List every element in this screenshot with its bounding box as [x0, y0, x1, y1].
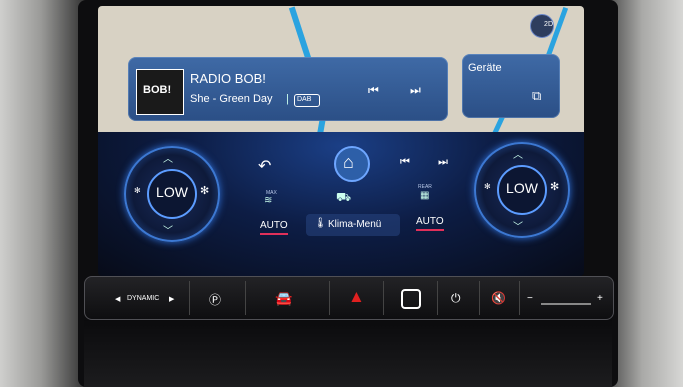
control-strip: ◀ DYNAMIC ▶ Ⓟ 🚘 ▲ ⏻ 🔇 − +: [84, 276, 614, 320]
station-logo-text: BOB!: [143, 84, 172, 96]
station-logo: BOB!: [136, 69, 184, 115]
chevron-down-icon[interactable]: ﹀: [513, 218, 523, 233]
volume-up-icon[interactable]: +: [597, 293, 603, 304]
thermometer-icon: 🌡: [314, 218, 327, 229]
volume-track: [541, 303, 591, 305]
stop-button-icon: [401, 289, 421, 309]
climate-menu-button[interactable]: 🌡 Klima-Menü: [306, 214, 400, 236]
map-view-toggle[interactable]: 2D: [530, 14, 554, 38]
devices-label: Geräte: [468, 62, 502, 74]
car-dashboard: 2D BOB! RADIO BOB! She - Green Day | DAB…: [0, 0, 683, 387]
station-name: RADIO BOB!: [190, 71, 266, 86]
chevron-up-icon[interactable]: ︿: [163, 150, 173, 165]
home-icon: ⌂: [343, 152, 354, 172]
skip-previous-icon[interactable]: ⏮: [368, 83, 379, 98]
climate-bar: LOW ︿ ﹀ ✻ ✻ ↶ ⌂ ⏮ ⏭ MAX ≋ ⛟ REAR ▦ AUTO …: [98, 132, 584, 276]
left-fan-level: LOW: [156, 184, 188, 200]
fan-low-icon: ✻: [484, 182, 491, 191]
vehicle-icon: 🚘: [275, 290, 293, 306]
volume-slider[interactable]: − +: [519, 281, 611, 315]
devices-widget[interactable]: Geräte ⧉: [462, 54, 560, 118]
chevron-right-icon: ▶: [169, 296, 175, 303]
park-camera-icon: Ⓟ: [209, 293, 222, 307]
dab-label: DAB: [297, 96, 312, 103]
media-widget[interactable]: BOB! RADIO BOB! She - Green Day | DAB ⏮ …: [128, 57, 448, 121]
dab-badge: DAB: [294, 94, 320, 107]
chevron-up-icon[interactable]: ︿: [513, 146, 523, 161]
vehicle-button[interactable]: 🚘: [245, 281, 330, 315]
devices-icon: ⧉: [532, 88, 542, 103]
infotainment-screen: 2D BOB! RADIO BOB! She - Green Day | DAB…: [98, 6, 584, 276]
hazard-icon: ▲: [348, 287, 365, 306]
volume-down-icon[interactable]: −: [527, 293, 533, 304]
map-view-label: 2D: [544, 21, 553, 28]
chevron-left-icon: ◀: [115, 296, 121, 303]
fan-low-icon: ✻: [134, 186, 141, 195]
track-separator: |: [286, 93, 289, 105]
left-fan-display: LOW: [147, 169, 197, 219]
hazard-button[interactable]: ▲: [329, 281, 384, 315]
stop-button[interactable]: [383, 281, 438, 315]
fan-high-icon: ✻: [200, 185, 210, 197]
right-fan-display: LOW: [497, 165, 547, 215]
skip-next-icon[interactable]: ⏭: [438, 156, 448, 169]
mute-icon: 🔇: [491, 291, 506, 305]
back-arrow-icon[interactable]: ↶: [258, 156, 271, 176]
power-button[interactable]: ⏻: [437, 281, 480, 315]
home-button[interactable]: ⌂: [334, 146, 370, 182]
left-auto-button[interactable]: AUTO: [260, 220, 288, 235]
climate-menu-label: Klima-Menü: [328, 219, 382, 230]
track-title: She - Green Day: [190, 93, 273, 105]
left-fan-knob[interactable]: LOW ︿ ﹀ ✻ ✻: [124, 146, 220, 242]
rear-defrost-icon[interactable]: ▦: [420, 190, 429, 201]
airflow-car-icon[interactable]: ⛟: [336, 190, 351, 206]
right-auto-button[interactable]: AUTO: [416, 216, 444, 231]
drive-mode-label: DYNAMIC: [127, 295, 160, 302]
right-fan-level: LOW: [506, 180, 538, 196]
fan-high-icon: ✻: [550, 181, 560, 193]
power-icon: ⏻: [451, 291, 461, 305]
chevron-down-icon[interactable]: ﹀: [163, 222, 173, 237]
lower-console-reflection: [84, 320, 612, 387]
drive-mode-button[interactable]: ◀ DYNAMIC ▶: [85, 281, 190, 315]
mute-button[interactable]: 🔇: [479, 281, 520, 315]
front-defrost-icon[interactable]: ≋: [264, 195, 272, 206]
right-fan-knob[interactable]: LOW ︿ ﹀ ✻ ✻: [474, 142, 570, 238]
park-camera-button[interactable]: Ⓟ: [189, 281, 246, 315]
skip-previous-icon[interactable]: ⏮: [400, 156, 410, 169]
skip-next-icon[interactable]: ⏭: [410, 83, 421, 98]
